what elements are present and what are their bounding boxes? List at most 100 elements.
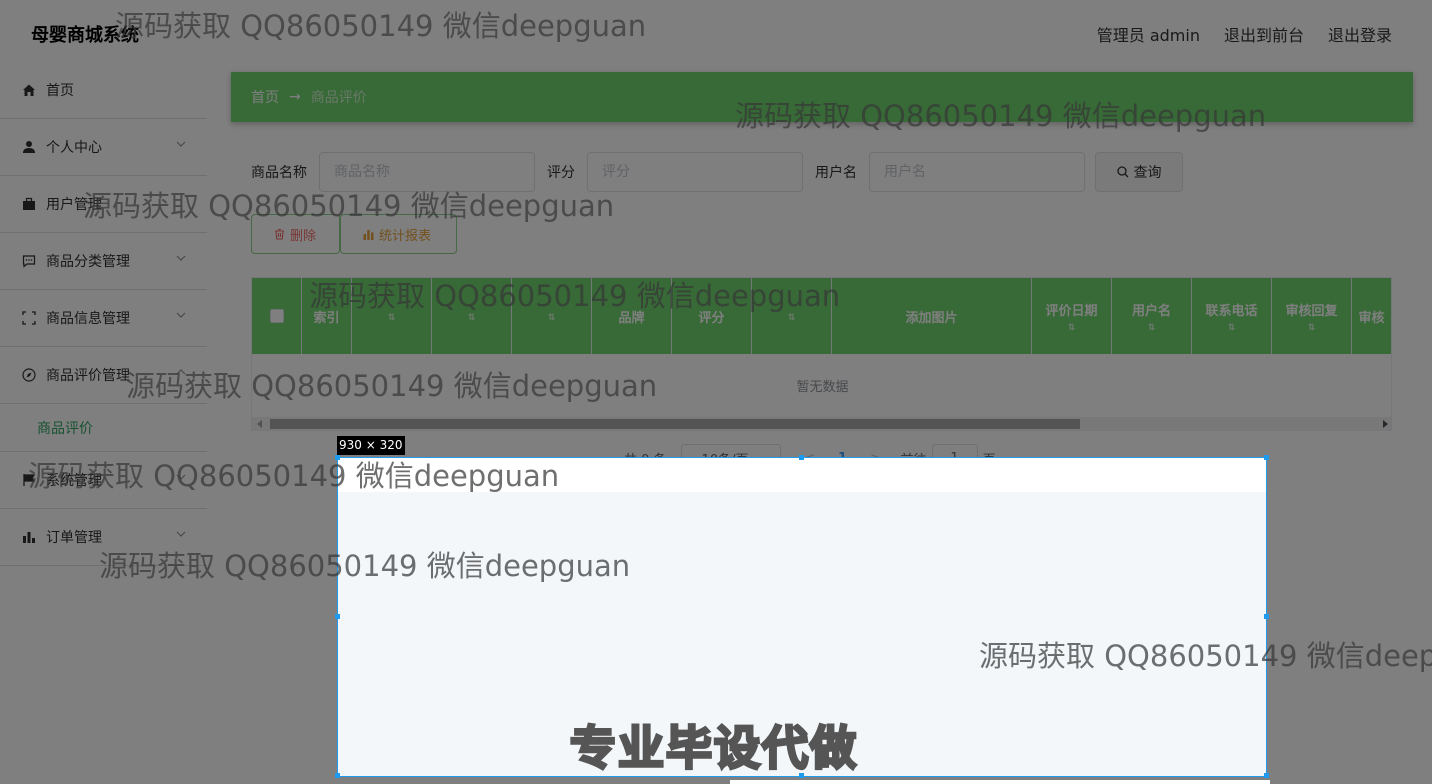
- sidebar-item-label: 订单管理: [46, 530, 102, 546]
- user-icon: [21, 139, 37, 155]
- rating-input[interactable]: [587, 152, 803, 192]
- resize-handle[interactable]: [335, 614, 340, 619]
- column-header[interactable]: 联系电话 ⇅: [1192, 278, 1272, 354]
- chart-icon: [21, 529, 37, 545]
- username-label: 用户名: [815, 165, 857, 181]
- fullscreen-icon: [21, 310, 37, 326]
- sidebar-item-label: 商品信息管理: [46, 311, 130, 327]
- sidebar-item-label: 首页: [46, 83, 74, 99]
- chat-icon: [21, 253, 37, 269]
- rating-label: 评分: [547, 165, 575, 181]
- chevron-up-icon: [176, 369, 186, 375]
- bar-chart-icon: [363, 229, 374, 240]
- column-header[interactable]: 品牌: [592, 278, 672, 354]
- sidebar-item-label: 商品分类管理: [46, 254, 130, 270]
- sort-icon[interactable]: ⇅: [788, 313, 796, 323]
- sort-icon[interactable]: ⇅: [1308, 323, 1316, 333]
- sort-icon[interactable]: ⇅: [548, 313, 556, 323]
- bottom-strip: [730, 780, 1270, 784]
- column-header[interactable]: ⇅: [432, 278, 512, 354]
- search-icon: [1116, 166, 1128, 178]
- compass-icon: [21, 367, 37, 383]
- column-header[interactable]: ⇅: [352, 278, 432, 354]
- column-header[interactable]: 评分: [672, 278, 752, 354]
- sidebar-item-product-info[interactable]: 商品信息管理: [0, 290, 207, 347]
- sidebar-item-profile[interactable]: 个人中心: [0, 119, 207, 176]
- chevron-down-icon: [176, 141, 186, 147]
- username-input[interactable]: [869, 152, 1085, 192]
- sidebar-item-label: 商品评价管理: [46, 368, 130, 384]
- sidebar-item-home[interactable]: 首页: [0, 62, 207, 119]
- column-header[interactable]: 审核: [1352, 278, 1391, 354]
- sort-icon[interactable]: ⇅: [1228, 323, 1236, 333]
- report-button-label: 统计报表: [379, 228, 432, 244]
- sidebar-item-orders[interactable]: 订单管理: [0, 509, 207, 566]
- sort-icon[interactable]: ⇅: [1068, 323, 1076, 333]
- resize-handle[interactable]: [1264, 614, 1269, 619]
- column-header[interactable]: 添加图片: [832, 278, 1032, 354]
- breadcrumb-home[interactable]: 首页: [251, 87, 279, 107]
- sort-icon[interactable]: ⇅: [1148, 323, 1156, 333]
- breadcrumb-current: 商品评价: [310, 90, 367, 106]
- sidebar-item-label: 用户管理: [46, 197, 102, 213]
- column-header[interactable]: 评价日期 ⇅: [1032, 278, 1112, 354]
- chevron-down-icon: [176, 255, 186, 261]
- sidebar-item-label: 系统管理: [46, 473, 102, 489]
- chevron-down-icon: [176, 312, 186, 318]
- scroll-right-icon[interactable]: [1383, 420, 1388, 428]
- empty-table-text: 暂无数据: [796, 379, 849, 395]
- select-all-header[interactable]: [252, 278, 302, 354]
- sidebar-item-category[interactable]: 商品分类管理: [0, 233, 207, 290]
- resize-handle[interactable]: [335, 455, 340, 460]
- horizontal-scrollbar[interactable]: [252, 417, 1391, 430]
- admin-user-label: 管理员 admin: [1096, 26, 1200, 45]
- resize-handle[interactable]: [1264, 773, 1269, 778]
- search-form: 商品名称 评分 用户名 查询: [251, 152, 1183, 192]
- resize-handle[interactable]: [335, 773, 340, 778]
- query-button-label: 查询: [1133, 165, 1162, 181]
- table-header: 索引 ⇅ ⇅ ⇅ 品牌 评分 ⇅ 添加图片 评价日期 ⇅ 用户名 ⇅ 联系电话 ⇅ 审…: [252, 278, 1391, 354]
- sidebar-item-system[interactable]: 系统管理: [0, 452, 207, 509]
- app-title: 母婴商城系统: [31, 25, 139, 46]
- scrollbar-thumb[interactable]: [270, 419, 1080, 429]
- select-all-checkbox[interactable]: [269, 309, 284, 323]
- column-header[interactable]: ⇅: [512, 278, 592, 354]
- report-button[interactable]: 统计报表: [340, 214, 457, 254]
- product-name-input[interactable]: [319, 152, 535, 192]
- sidebar-item-label: 个人中心: [46, 140, 102, 156]
- column-header[interactable]: 用户名 ⇅: [1112, 278, 1192, 354]
- column-header[interactable]: ⇅: [752, 278, 832, 354]
- sort-icon[interactable]: ⇅: [468, 313, 476, 323]
- sort-icon[interactable]: ⇅: [388, 313, 396, 323]
- exit-to-front-link[interactable]: 退出到前台: [1224, 22, 1304, 46]
- flag-icon: [21, 472, 37, 488]
- chevron-down-icon: [176, 474, 186, 480]
- breadcrumb: 首页 → 商品评价: [231, 72, 1413, 122]
- resize-handle[interactable]: [799, 455, 804, 460]
- delete-button[interactable]: 删除: [251, 214, 340, 254]
- query-button[interactable]: 查询: [1095, 152, 1183, 192]
- scroll-left-icon[interactable]: [257, 420, 262, 428]
- top-header: 母婴商城系统 管理员 admin 退出到前台 退出登录: [0, 0, 1432, 62]
- reviews-table: 索引 ⇅ ⇅ ⇅ 品牌 评分 ⇅ 添加图片 评价日期 ⇅ 用户名 ⇅ 联系电话 ⇅ 审…: [251, 277, 1392, 431]
- home-icon: [21, 82, 37, 98]
- promo-banner-text: 专业毕设代做: [569, 720, 858, 777]
- column-header[interactable]: 审核回复 ⇅: [1272, 278, 1352, 354]
- selection-size-label: 930 × 320: [337, 436, 405, 455]
- column-header: 索引: [302, 278, 352, 354]
- sidebar-item-reviews[interactable]: 商品评价管理: [0, 347, 207, 404]
- logout-link[interactable]: 退出登录: [1328, 22, 1392, 46]
- header-actions: 管理员 admin 退出到前台 退出登录: [1097, 22, 1392, 46]
- delete-button-label: 删除: [290, 228, 317, 244]
- sidebar-subitem-reviews[interactable]: 商品评价: [0, 404, 207, 452]
- sidebar-item-users[interactable]: 用户管理: [0, 176, 207, 233]
- selection-highlight-strip: [338, 458, 1266, 492]
- product-name-label: 商品名称: [251, 165, 307, 181]
- trash-icon: [275, 228, 284, 240]
- chevron-down-icon: [176, 531, 186, 537]
- resize-handle[interactable]: [1264, 455, 1269, 460]
- action-buttons: 删除 统计报表: [251, 214, 457, 254]
- sidebar: 首页 个人中心 用户管理 商品分类管理 商品信息管理 商品评价管理 商品评价 系…: [0, 62, 207, 566]
- briefcase-icon: [21, 196, 37, 212]
- breadcrumb-separator: →: [289, 89, 301, 105]
